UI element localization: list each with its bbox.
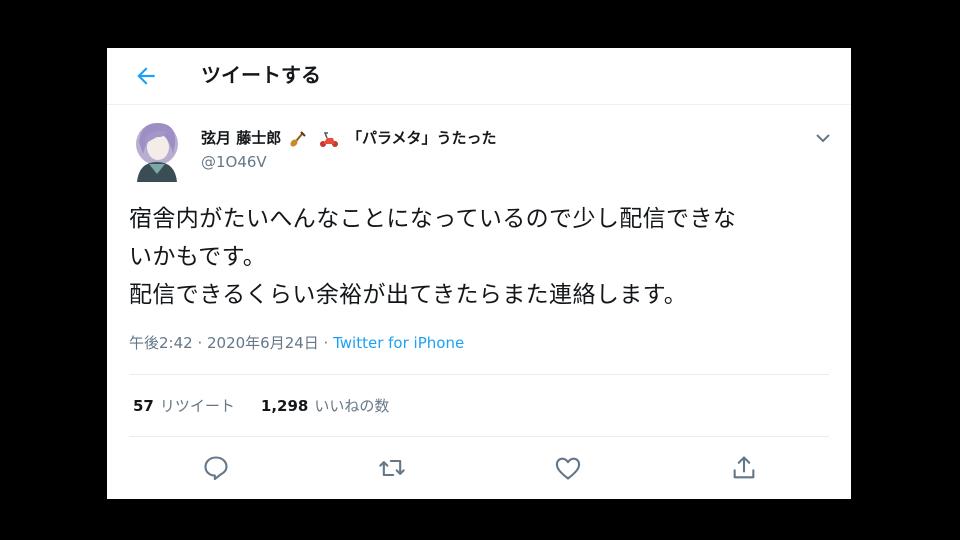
tweet-stats: 57 リツイート 1,298 いいねの数 bbox=[133, 395, 389, 417]
display-name: 弦月 藤士郎 bbox=[201, 129, 282, 147]
avatar[interactable] bbox=[133, 118, 181, 182]
retweet-count[interactable]: 57 リツイート bbox=[133, 397, 235, 415]
chevron-down-icon[interactable] bbox=[813, 130, 833, 146]
like-icon[interactable] bbox=[554, 454, 582, 482]
tweet-timestamp[interactable]: 午後2:42 · 2020年6月24日 · bbox=[129, 334, 333, 352]
violin-icon bbox=[290, 130, 307, 147]
tweet-line: 宿舎内がたいへんなことになっているので少し配信できな bbox=[129, 206, 737, 232]
tweet-text: 宿舎内がたいへんなことになっているので少し配信できな いかもです。 配信できるく… bbox=[129, 200, 829, 314]
reply-icon[interactable] bbox=[202, 454, 230, 482]
tweet-line: 配信できるくらい余裕が出てきたらまた連絡します。 bbox=[129, 282, 688, 308]
back-arrow-icon[interactable] bbox=[133, 63, 159, 89]
user-handle[interactable]: @1O46V bbox=[201, 152, 267, 172]
divider bbox=[129, 374, 829, 375]
display-name-suffix: 「パラメタ」うたった bbox=[346, 129, 497, 147]
scooter-icon bbox=[319, 131, 338, 147]
tweet-source-link[interactable]: Twitter for iPhone bbox=[333, 334, 464, 352]
retweet-icon[interactable] bbox=[378, 454, 406, 482]
display-name-row[interactable]: 弦月 藤士郎 「パラメタ」うたった bbox=[201, 127, 497, 149]
tweet-meta: 午後2:42 · 2020年6月24日 · Twitter for iPhone bbox=[129, 333, 464, 353]
page-title: ツイートする bbox=[201, 63, 321, 87]
share-icon[interactable] bbox=[730, 454, 758, 482]
like-count[interactable]: 1,298 いいねの数 bbox=[261, 397, 389, 415]
tweet-line: いかもです。 bbox=[129, 244, 267, 270]
top-bar: ツイートする bbox=[107, 48, 851, 105]
tweet-card: ツイートする 弦月 藤士郎 「パラメタ」うたった @1O46V 宿舎内がたいへん… bbox=[107, 48, 851, 499]
divider bbox=[129, 436, 829, 437]
